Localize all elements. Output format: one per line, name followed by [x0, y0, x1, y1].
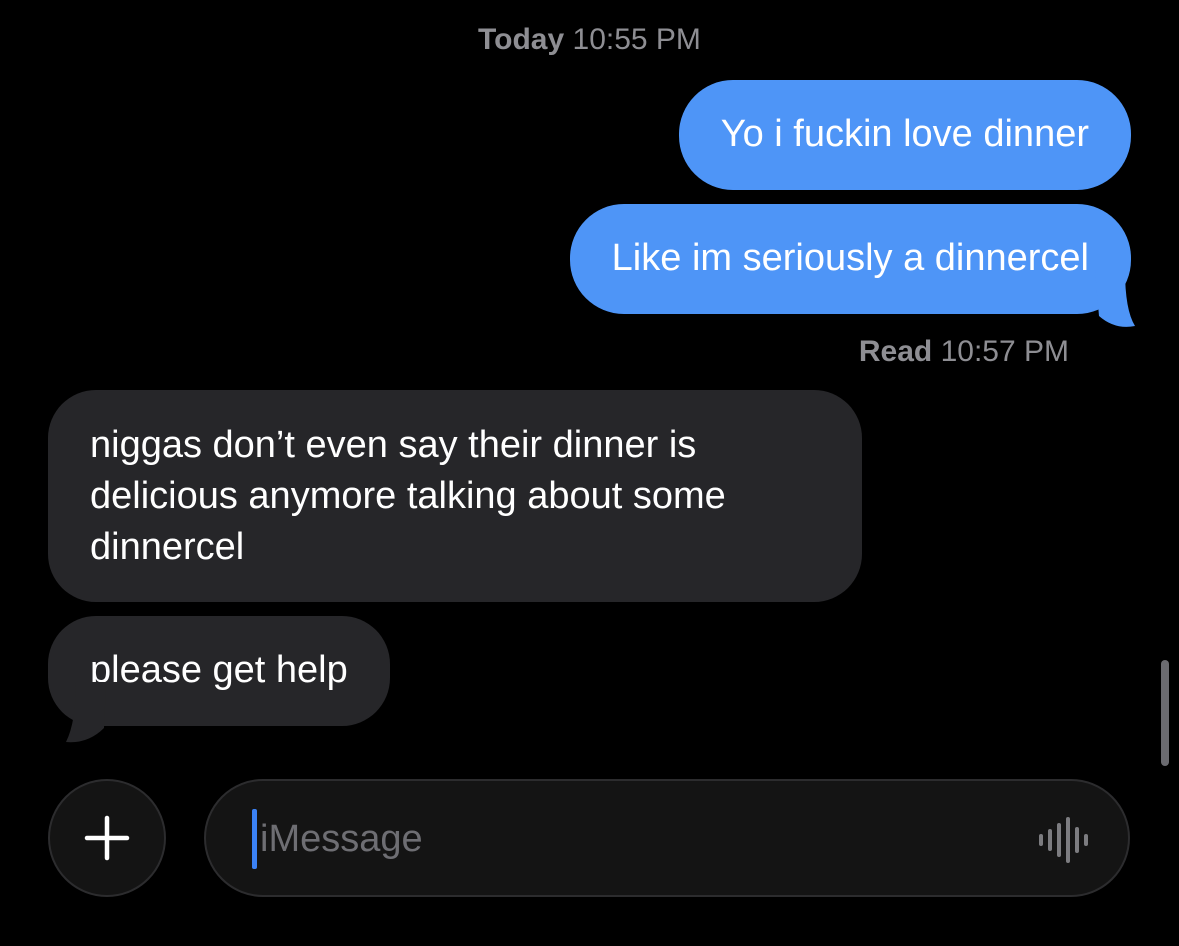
message-text: please get help [90, 649, 348, 691]
sent-message-bubble[interactable]: Like im seriously a dinnercel [569, 204, 1131, 314]
plus-icon [84, 815, 130, 861]
sent-bubble-tail [1095, 270, 1135, 327]
message-input-placeholder: iMessage [260, 818, 423, 860]
conversation-timestamp: Today 10:55 PM [0, 22, 1179, 58]
received-bubble-tail [66, 682, 106, 743]
waveform-icon[interactable] [1038, 817, 1092, 863]
received-message-bubble[interactable]: niggas don’t even say their dinner is de… [48, 390, 862, 602]
timestamp-time: 10:55 PM [572, 23, 701, 56]
message-input[interactable]: iMessage [204, 779, 1130, 897]
read-time: 10:57 PM [940, 335, 1069, 368]
message-text: Like im seriously a dinnercel [611, 237, 1089, 279]
read-label: Read [858, 335, 933, 368]
read-receipt: Read 10:57 PM [859, 334, 1069, 370]
timestamp-day: Today [478, 23, 565, 56]
text-caret [252, 809, 257, 869]
message-text: Yo i fuckin love dinner [720, 113, 1089, 155]
message-text: niggas don’t even say their dinner is de… [90, 424, 726, 568]
add-attachment-button[interactable] [48, 779, 166, 897]
sent-message-bubble[interactable]: Yo i fuckin love dinner [678, 80, 1131, 190]
scrollbar[interactable] [1161, 660, 1169, 766]
